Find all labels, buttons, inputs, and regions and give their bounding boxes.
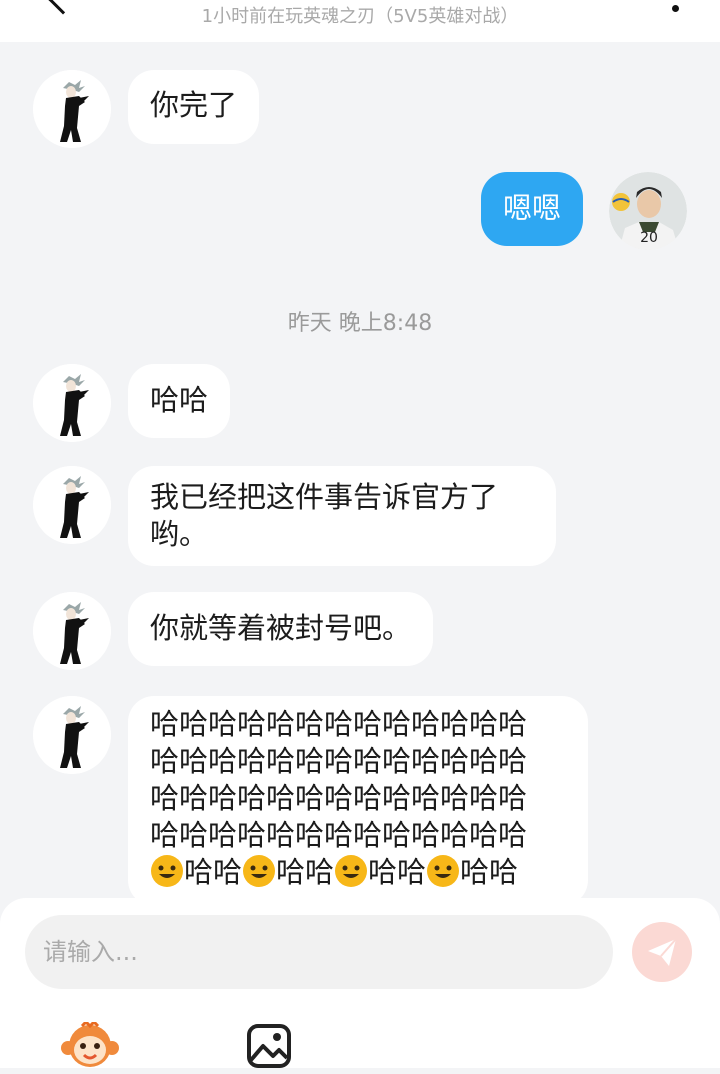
message-input[interactable] (25, 915, 613, 989)
message-segment: 哈哈 (368, 855, 427, 889)
smile-emoji-icon (427, 855, 460, 887)
message-segment: 哈哈 (276, 855, 335, 889)
message-line: 哈哈哈哈哈哈哈哈哈哈哈哈哈 (150, 744, 528, 778)
send-icon (648, 938, 677, 966)
message-segment: 哈哈 (184, 855, 243, 889)
message-bubble: 我已经把这件事告诉官方了哟。 (128, 466, 556, 566)
image-button[interactable] (245, 1022, 293, 1070)
long-message-bubble: 哈哈哈哈哈哈哈哈哈哈哈哈哈 哈哈哈哈哈哈哈哈哈哈哈哈哈 哈哈哈哈哈哈哈哈哈哈哈哈… (128, 696, 588, 906)
self-avatar[interactable]: 20 (609, 172, 687, 250)
message-segment: 哈哈 (460, 855, 519, 889)
message-line: 哈哈哈哈哈哈哈哈哈哈哈哈哈 (150, 781, 528, 815)
message-line: 哈哈哈哈哈哈哈哈哈哈哈哈哈 (150, 707, 528, 741)
input-bar (0, 898, 720, 1068)
online-status: 1小时前在玩英魂之刃（5V5英雄对战） (201, 6, 519, 27)
sticker-button[interactable] (60, 1019, 120, 1070)
smile-emoji-icon (151, 855, 183, 887)
message-bubble: 你完了 (128, 70, 260, 144)
smile-emoji-icon (335, 855, 368, 887)
more-icon[interactable] (672, 5, 679, 12)
self-message-bubble: 嗯嗯 (481, 172, 584, 246)
top-bar: 1小时前在玩英魂之刃（5V5英雄对战） (0, 0, 720, 42)
message-bubble: 哈哈 (128, 364, 231, 438)
contact-avatar[interactable] (33, 592, 111, 670)
monkey-sticker-icon (61, 1019, 119, 1067)
jersey-number: 20 (640, 230, 658, 246)
message-bubble: 你就等着被封号吧。 (128, 592, 434, 666)
message-line: 哈哈哈哈哈哈哈哈哈哈哈哈哈 (150, 818, 528, 852)
send-button[interactable] (632, 922, 692, 982)
contact-avatar[interactable] (33, 364, 111, 442)
contact-avatar[interactable] (33, 696, 111, 774)
message-line: 哈哈 哈哈 哈哈 哈哈 (150, 854, 566, 891)
smile-emoji-icon (243, 855, 276, 887)
timestamp: 昨天 晚上8:48 (287, 311, 433, 336)
contact-avatar[interactable] (33, 466, 111, 544)
image-icon (247, 1024, 291, 1068)
contact-avatar[interactable] (33, 70, 111, 148)
